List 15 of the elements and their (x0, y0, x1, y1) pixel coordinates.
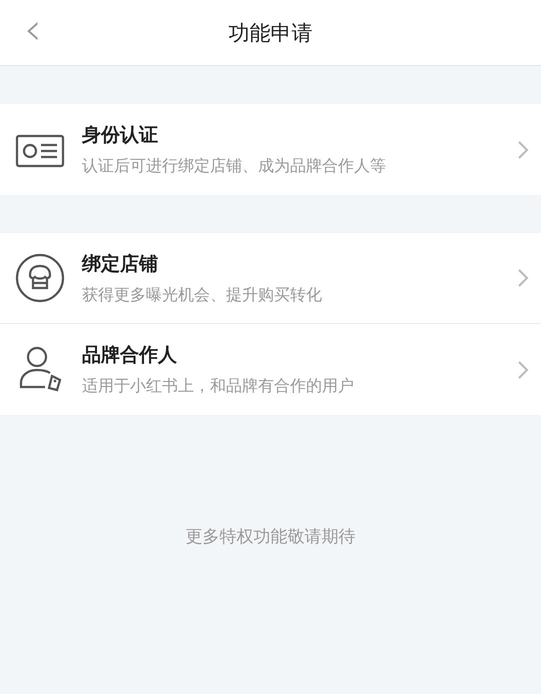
page-title: 功能申请 (228, 20, 312, 46)
item-subtitle: 获得更多曝光机会、提升购买转化 (82, 284, 323, 306)
menu-item[interactable]: 绑定店铺 获得更多曝光机会、提升购买转化 (0, 233, 541, 324)
menu-item[interactable]: 品牌合作人 适用于小红书上，和品牌有合作的用户 (0, 324, 541, 415)
item-title: 品牌合作人 (82, 343, 178, 368)
menu-item[interactable]: 身份认证 认证后可进行绑定店铺、成为品牌合作人等 (0, 104, 541, 195)
item-title: 绑定店铺 (82, 252, 159, 276)
item-title: 身份认证 (82, 123, 159, 148)
shop-icon (15, 253, 65, 303)
item-subtitle: 认证后可进行绑定店铺、成为品牌合作人等 (82, 156, 387, 177)
chevron-icon (517, 268, 529, 288)
chevron-icon (517, 360, 529, 380)
chevron-icon (517, 140, 529, 160)
footer-note: 更多特权功能敬请期待 (184, 526, 356, 548)
item-subtitle: 适用于小红书上，和品牌有合作的用户 (82, 376, 355, 397)
